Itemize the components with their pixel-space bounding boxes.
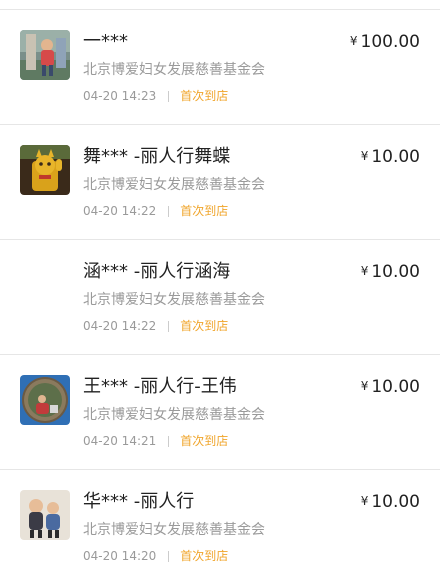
donation-amount: ¥10.00 [361,490,420,515]
organization-name: 北京博爱妇女发展慈善基金会 [83,177,265,193]
donation-meta: 04-20 14:22 首次到店 [83,202,228,220]
donation-meta: 04-20 14:23 首次到店 [83,87,228,105]
organization-name: 北京博爱妇女发展慈善基金会 [83,522,265,538]
first-visit-tag: 首次到店 [180,434,229,448]
timestamp: 04-20 14:21 [83,434,157,448]
donation-item[interactable]: 涵*** -丽人行涵海 ¥10.00 北京博爱妇女发展慈善基金会 04-20 1… [0,240,440,355]
currency-symbol: ¥ [349,34,358,48]
donation-amount: ¥100.00 [350,30,420,55]
donation-list: 一*** ¥100.00 北京博爱妇女发展慈善基金会 04-20 14:23 首… [0,0,440,567]
avatar [20,145,70,195]
organization-name: 北京博爱妇女发展慈善基金会 [83,62,265,78]
donor-name: 王*** -丽人行-王伟 [83,376,237,397]
first-visit-tag: 首次到店 [180,549,229,563]
donation-amount: ¥10.00 [361,375,420,400]
donation-item[interactable]: 王*** -丽人行-王伟 ¥10.00 北京博爱妇女发展慈善基金会 04-20 … [0,355,440,470]
timestamp: 04-20 14:20 [83,549,157,563]
separator [168,90,170,102]
amount-value: 100.00 [360,32,420,52]
separator [168,550,170,562]
separator [168,435,170,447]
timestamp: 04-20 14:23 [83,89,157,103]
timestamp: 04-20 14:22 [83,204,157,218]
donation-item[interactable]: 一*** ¥100.00 北京博爱妇女发展慈善基金会 04-20 14:23 首… [0,10,440,125]
separator [168,320,170,332]
organization-name: 北京博爱妇女发展慈善基金会 [83,292,265,308]
donor-name: 涵*** -丽人行涵海 [83,261,231,282]
amount-value: 10.00 [371,492,420,512]
organization-name: 北京博爱妇女发展慈善基金会 [83,407,265,423]
amount-value: 10.00 [371,147,420,167]
avatar [20,30,70,80]
donation-meta: 04-20 14:21 首次到店 [83,432,228,450]
donation-item[interactable]: 舞*** -丽人行舞蝶 ¥10.00 北京博爱妇女发展慈善基金会 04-20 1… [0,125,440,240]
first-visit-tag: 首次到店 [180,89,229,103]
donor-name: 一*** [83,31,128,52]
currency-symbol: ¥ [360,379,369,393]
currency-symbol: ¥ [360,494,369,508]
currency-symbol: ¥ [360,264,369,278]
avatar [20,375,70,425]
timestamp: 04-20 14:22 [83,319,157,333]
donor-name: 舞*** -丽人行舞蝶 [83,146,231,167]
separator [168,205,170,217]
donation-meta: 04-20 14:22 首次到店 [83,317,228,335]
amount-value: 10.00 [371,377,420,397]
donation-amount: ¥10.00 [361,145,420,170]
currency-symbol: ¥ [360,149,369,163]
donation-item[interactable]: 华*** -丽人行 ¥10.00 北京博爱妇女发展慈善基金会 04-20 14:… [0,470,440,567]
donation-meta: 04-20 14:20 首次到店 [83,547,228,565]
avatar [20,490,70,540]
first-visit-tag: 首次到店 [180,319,229,333]
donation-amount: ¥10.00 [361,260,420,285]
first-visit-tag: 首次到店 [180,204,229,218]
amount-value: 10.00 [371,262,420,282]
donor-name: 华*** -丽人行 [83,491,195,512]
